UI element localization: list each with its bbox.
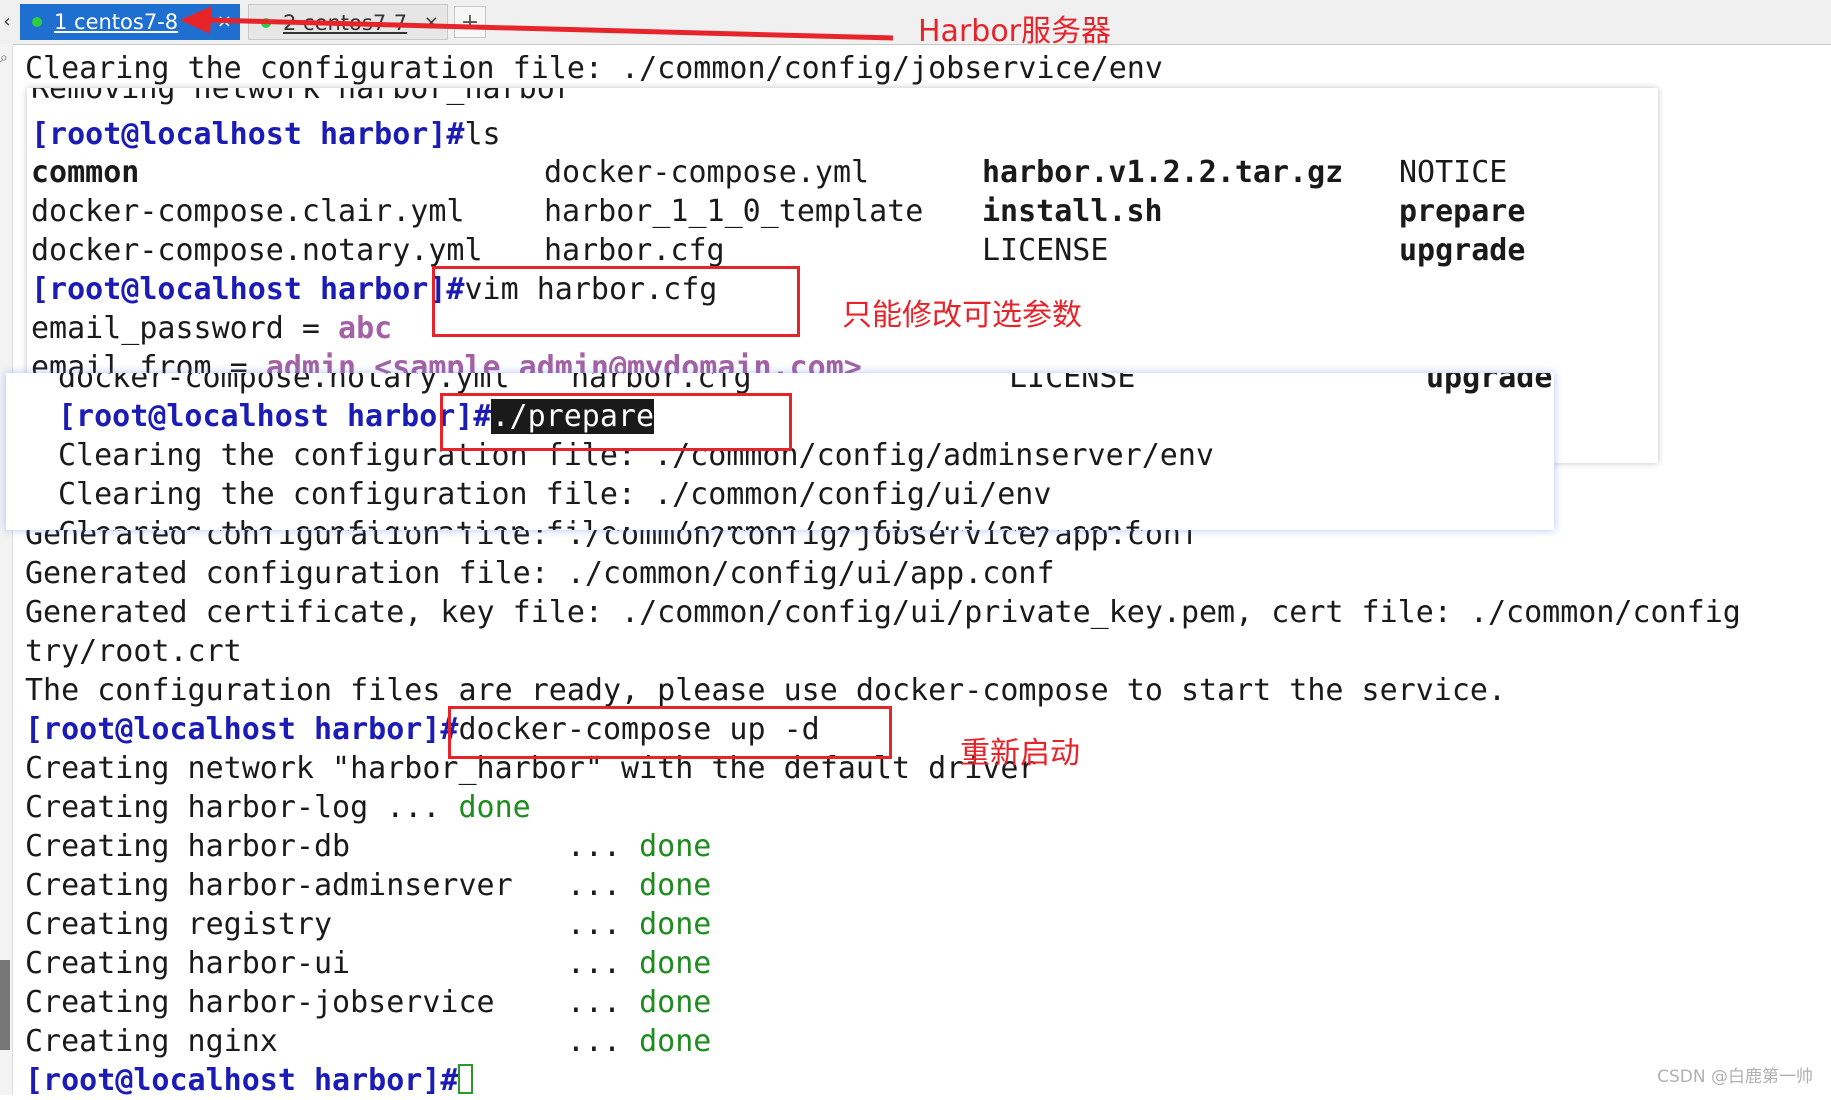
file-entry: harbor.v1.2.2.tar.gz — [982, 155, 1344, 190]
annotation-edit-only: 只能修改可选参数 — [842, 298, 1082, 333]
file-entry: docker-compose.notary.yml — [31, 233, 483, 268]
file-entry: harbor.cfg — [544, 233, 725, 268]
terminal-line: Generated certificate, key file: ./commo… — [25, 595, 1741, 630]
done-status: done — [639, 907, 712, 942]
terminal-line: Creating harbor-db ... done — [25, 828, 711, 866]
done-status: done — [639, 1024, 712, 1059]
creating-text: Creating harbor-ui ... — [25, 946, 640, 981]
file-entry: docker-compose.yml — [544, 155, 870, 190]
terminal-line: Removing network harbor_harbor — [31, 88, 573, 106]
config-line: email_password = abc — [31, 310, 392, 348]
prepare-command-highlight-box — [440, 393, 792, 451]
creating-text: Creating registry ... — [25, 907, 640, 942]
terminal-prompt-line: [root@localhost harbor]#ls — [31, 116, 501, 154]
done-status: done — [639, 946, 712, 981]
file-entry: install.sh — [982, 194, 1163, 229]
scrollbar-thumb[interactable] — [0, 960, 10, 1050]
annotation-server: Harbor服务器 — [918, 14, 1112, 49]
config-value: abc — [338, 311, 393, 346]
done-status: done — [639, 985, 712, 1020]
done-status: done — [458, 790, 531, 825]
creating-text: Creating harbor-db ... — [25, 829, 640, 864]
creating-text: Creating harbor-adminserver ... — [25, 868, 640, 903]
command-text: ls — [464, 117, 501, 152]
file-entry: prepare — [1399, 194, 1526, 229]
shell-prompt: [root@localhost harbor]# — [31, 117, 465, 152]
creating-text: Creating nginx ... — [25, 1024, 640, 1059]
terminal-line: Generated configuration file: ./common/c… — [25, 556, 1055, 591]
arrow-annotation-icon — [180, 6, 894, 41]
creating-text: Creating harbor-log ... — [25, 790, 459, 825]
vim-command-highlight-box — [432, 266, 800, 337]
terminal-line: Creating harbor-adminserver ... done — [25, 867, 711, 905]
creating-text: Creating harbor-jobservice ... — [25, 985, 640, 1020]
annotation-restart: 重新启动 — [960, 736, 1080, 771]
file-entry: common — [31, 155, 140, 190]
done-status: done — [639, 868, 712, 903]
terminal-line: try/root.crt — [25, 634, 242, 669]
terminal-line: Creating harbor-jobservice ... done — [25, 984, 711, 1022]
file-entry: docker-compose.clair.yml — [31, 194, 465, 229]
terminal-line: Creating harbor-log ... done — [25, 789, 531, 827]
terminal-prompt-line[interactable]: [root@localhost harbor]# — [25, 1062, 474, 1100]
config-key: email_password = — [31, 311, 339, 346]
terminal-line: Creating nginx ... done — [25, 1023, 711, 1061]
file-entry: NOTICE — [1399, 155, 1508, 190]
file-entry: LICENSE — [982, 233, 1109, 268]
file-entry: harbor_1_1_0_template — [544, 194, 924, 229]
side-panel-strip — [0, 44, 13, 1095]
text-cursor — [458, 1064, 474, 1094]
shell-prompt: [root@localhost harbor]# — [25, 1063, 459, 1098]
shell-prompt: [root@localhost harbor]# — [25, 712, 459, 747]
terminal-line: The configuration files are ready, pleas… — [25, 673, 1507, 708]
shell-prompt: [root@localhost harbor]# — [58, 399, 492, 434]
done-status: done — [639, 829, 712, 864]
file-entry: upgrade — [1426, 373, 1553, 395]
terminal-line: Clearing the configuration file: ./commo… — [58, 477, 1052, 512]
shell-prompt: [root@localhost harbor]# — [31, 272, 465, 307]
file-entry: LICENSE — [1009, 373, 1136, 395]
terminal-line: Creating harbor-ui ... done — [25, 945, 711, 983]
compose-up-highlight-box — [448, 706, 892, 759]
terminal-line: Creating registry ... done — [25, 906, 711, 944]
watermark: CSDN @白鹿第一帅 — [1657, 1067, 1813, 1087]
terminal-line: Clearing the configuration file: ./commo… — [58, 515, 1142, 530]
file-entry: upgrade — [1399, 233, 1526, 268]
